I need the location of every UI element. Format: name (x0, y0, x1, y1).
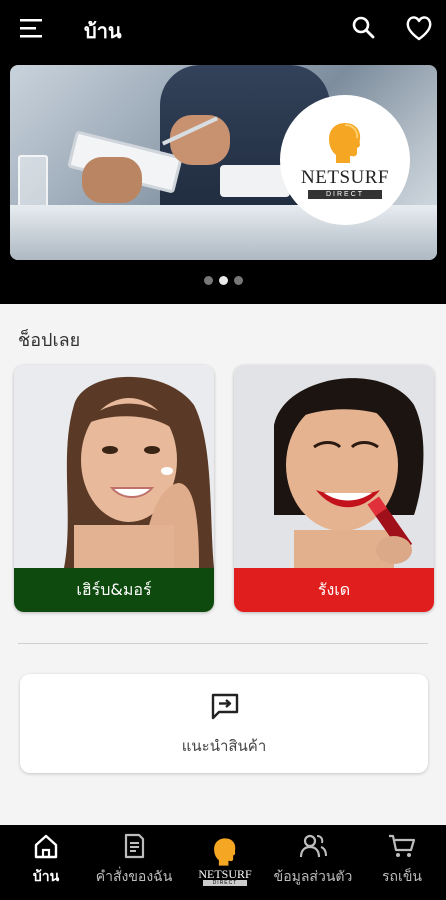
cart-icon (389, 834, 416, 857)
category-card-rangde[interactable]: รังเด (234, 365, 434, 612)
netsurf-logo-badge: NETSURF DIRECT (280, 95, 410, 225)
netsurf-nav-logo-subtext: DIRECT (202, 880, 248, 886)
nav-item-label: คำสั่งของฉัน (95, 869, 173, 885)
hamburger-menu-icon[interactable] (20, 17, 46, 39)
nav-item-orders[interactable]: คำสั่งของฉัน (88, 825, 180, 900)
nav-item-label: บ้าน (32, 869, 60, 885)
wishlist-heart-icon[interactable] (404, 14, 434, 42)
nav-item-home[interactable]: บ้าน (24, 825, 68, 900)
search-icon[interactable] (350, 14, 378, 42)
netsurf-logo-text: NETSURF (301, 167, 389, 188)
nav-item-label: ข้อมูลส่วนตัว (273, 869, 353, 885)
recommend-product-button[interactable]: แนะนำสินค้า (20, 674, 428, 773)
lipstick-model-photo (234, 365, 434, 568)
category-card-herb-and-more[interactable]: เฮิร์บ&มอร์ (14, 365, 214, 612)
herb-card-label: เฮิร์บ&มอร์ (76, 579, 152, 599)
banner-photo-hand (170, 115, 230, 165)
netsurf-head-icon (329, 123, 361, 163)
recommend-product-label: แนะนำสินค้า (181, 737, 267, 755)
herb-model-photo (14, 365, 214, 568)
home-icon (34, 834, 58, 859)
nav-item-netsurf[interactable]: NETSURF DIRECT (192, 825, 258, 900)
herb-card-label-bar: เฮิร์บ&มอร์ (14, 568, 214, 612)
feedback-message-icon (211, 693, 239, 720)
bottom-navigation: บ้าน คำสั่งของฉัน NETSURF DIRECT ข้อมูลส… (0, 825, 446, 900)
banner-carousel: NETSURF DIRECT (0, 57, 446, 304)
top-app-bar: บ้าน (0, 0, 446, 57)
rangde-card-label: รังเด (317, 579, 351, 599)
nav-item-label: รถเข็น (382, 869, 422, 885)
banner-slide[interactable]: NETSURF DIRECT (10, 65, 437, 260)
nav-item-profile[interactable]: ข้อมูลส่วนตัว (266, 825, 360, 900)
netsurf-logo-subtext: DIRECT (307, 190, 383, 199)
page-title: บ้าน (84, 19, 122, 43)
netsurf-logo-icon (214, 838, 236, 866)
carousel-dot[interactable] (233, 276, 243, 285)
carousel-dot-active[interactable] (218, 276, 228, 285)
netsurf-nav-logo-text: NETSURF (198, 867, 252, 881)
netsurf-nav-logo: NETSURF DIRECT (198, 837, 252, 886)
shop-section-title: ช็อปเลย (18, 330, 81, 351)
section-divider (18, 643, 428, 644)
app-root: บ้าน NETSURF DIRECT ช็อปเลย เฮิร์บ&มอร์ … (0, 0, 446, 900)
carousel-indicator (0, 276, 446, 285)
profile-icon (299, 834, 327, 858)
nav-item-cart[interactable]: รถเข็น (374, 825, 430, 900)
orders-icon (124, 833, 145, 859)
banner-photo-cuff (220, 165, 290, 197)
rangde-card-label-bar: รังเด (234, 568, 434, 612)
banner-photo-hand (82, 157, 142, 203)
carousel-dot[interactable] (203, 276, 213, 285)
